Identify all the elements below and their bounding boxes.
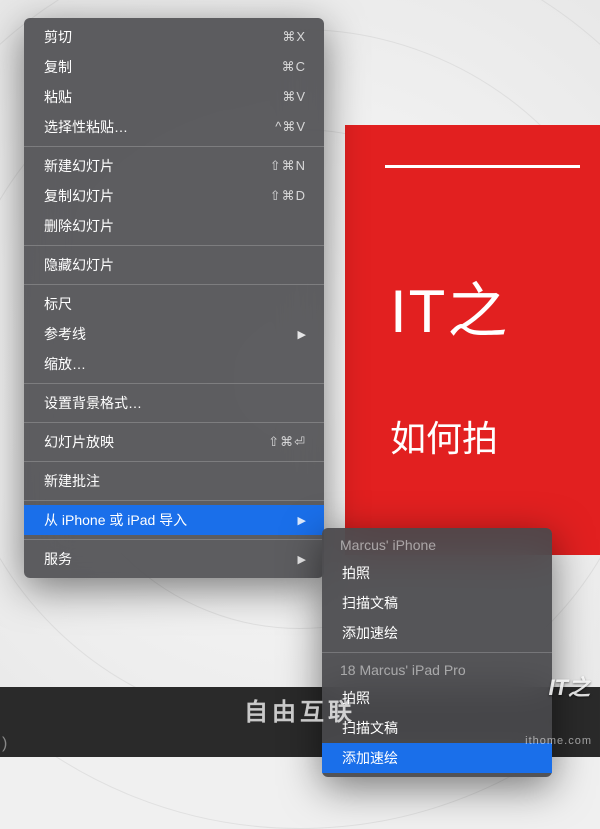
menu-separator: [24, 383, 324, 384]
menu-cut[interactable]: 剪切 ⌘X: [24, 22, 324, 52]
menu-delete-slide[interactable]: 删除幻灯片: [24, 211, 324, 241]
menu-new-comment[interactable]: 新建批注: [24, 466, 324, 496]
chevron-right-icon: ▶: [298, 553, 306, 566]
footer-text: ): [2, 735, 7, 753]
menu-duplicate-slide[interactable]: 复制幻灯片 ⇧⌘D: [24, 181, 324, 211]
menu-separator: [24, 146, 324, 147]
menu-separator: [24, 461, 324, 462]
menu-label: 扫描文稿: [342, 718, 398, 738]
menu-slideshow[interactable]: 幻灯片放映 ⇧⌘⏎: [24, 427, 324, 457]
shortcut: ⌘X: [282, 29, 306, 45]
submenu-take-photo-ipad[interactable]: 拍照: [322, 683, 552, 713]
menu-label: 复制幻灯片: [44, 186, 114, 206]
watermark-site: ithome.com: [525, 735, 592, 747]
chevron-right-icon: ▶: [298, 328, 306, 341]
menu-import-from-device[interactable]: 从 iPhone 或 iPad 导入 ▶: [24, 505, 324, 535]
shortcut: ⇧⌘N: [270, 158, 306, 174]
menu-separator: [322, 652, 552, 653]
menu-label: 新建批注: [44, 471, 100, 491]
import-submenu: Marcus' iPhone 拍照 扫描文稿 添加速绘 18 Marcus' i…: [322, 528, 552, 777]
menu-label: 标尺: [44, 294, 72, 314]
slide-thumbnail[interactable]: IT之 如何拍: [345, 125, 600, 555]
shortcut: ⇧⌘⏎: [268, 434, 306, 450]
submenu-add-sketch-ipad[interactable]: 添加速绘: [322, 743, 552, 773]
menu-background-format[interactable]: 设置背景格式…: [24, 388, 324, 418]
menu-label: 拍照: [342, 688, 370, 708]
menu-label: 参考线: [44, 324, 86, 344]
submenu-scan-doc-ipad[interactable]: 扫描文稿: [322, 713, 552, 743]
menu-services[interactable]: 服务 ▶: [24, 544, 324, 574]
menu-paste[interactable]: 粘贴 ⌘V: [24, 82, 324, 112]
submenu-add-sketch-iphone[interactable]: 添加速绘: [322, 618, 552, 648]
submenu-scan-doc-iphone[interactable]: 扫描文稿: [322, 588, 552, 618]
menu-separator: [24, 245, 324, 246]
menu-label: 设置背景格式…: [44, 393, 142, 413]
menu-label: 隐藏幻灯片: [44, 255, 114, 275]
menu-label: 拍照: [342, 563, 370, 583]
menu-label: 新建幻灯片: [44, 156, 114, 176]
menu-separator: [24, 422, 324, 423]
menu-new-slide[interactable]: 新建幻灯片 ⇧⌘N: [24, 151, 324, 181]
menu-hide-slide[interactable]: 隐藏幻灯片: [24, 250, 324, 280]
menu-label: 扫描文稿: [342, 593, 398, 613]
shortcut: ⌘C: [282, 59, 306, 75]
menu-label: 添加速绘: [342, 623, 398, 643]
menu-paste-special[interactable]: 选择性粘贴… ^⌘V: [24, 112, 324, 142]
menu-guides[interactable]: 参考线 ▶: [24, 319, 324, 349]
watermark-brand: IT之: [548, 670, 590, 702]
menu-label: 复制: [44, 57, 72, 77]
shortcut: ⇧⌘D: [270, 188, 306, 204]
chevron-right-icon: ▶: [298, 514, 306, 527]
menu-label: 添加速绘: [342, 748, 398, 768]
slide-divider: [385, 165, 580, 168]
menu-ruler[interactable]: 标尺: [24, 289, 324, 319]
submenu-take-photo-iphone[interactable]: 拍照: [322, 558, 552, 588]
slide-title: IT之: [390, 263, 580, 350]
menu-separator: [24, 284, 324, 285]
menu-label: 缩放…: [44, 354, 86, 374]
menu-zoom[interactable]: 缩放…: [24, 349, 324, 379]
menu-label: 选择性粘贴…: [44, 117, 128, 137]
menu-label: 幻灯片放映: [44, 432, 114, 452]
device-header-iphone: Marcus' iPhone: [322, 532, 552, 558]
slide-subtitle: 如何拍: [390, 410, 580, 462]
context-menu: 剪切 ⌘X 复制 ⌘C 粘贴 ⌘V 选择性粘贴… ^⌘V 新建幻灯片 ⇧⌘N 复…: [24, 18, 324, 578]
menu-label: 服务: [44, 549, 72, 569]
menu-copy[interactable]: 复制 ⌘C: [24, 52, 324, 82]
menu-separator: [24, 500, 324, 501]
shortcut: ^⌘V: [275, 119, 306, 135]
menu-label: 剪切: [44, 27, 72, 47]
menu-label: 粘贴: [44, 87, 72, 107]
shortcut: ⌘V: [282, 89, 306, 105]
menu-label: 从 iPhone 或 iPad 导入: [44, 510, 187, 530]
menu-label: 删除幻灯片: [44, 216, 114, 236]
menu-separator: [24, 539, 324, 540]
device-header-ipad: 18 Marcus' iPad Pro: [322, 657, 552, 683]
